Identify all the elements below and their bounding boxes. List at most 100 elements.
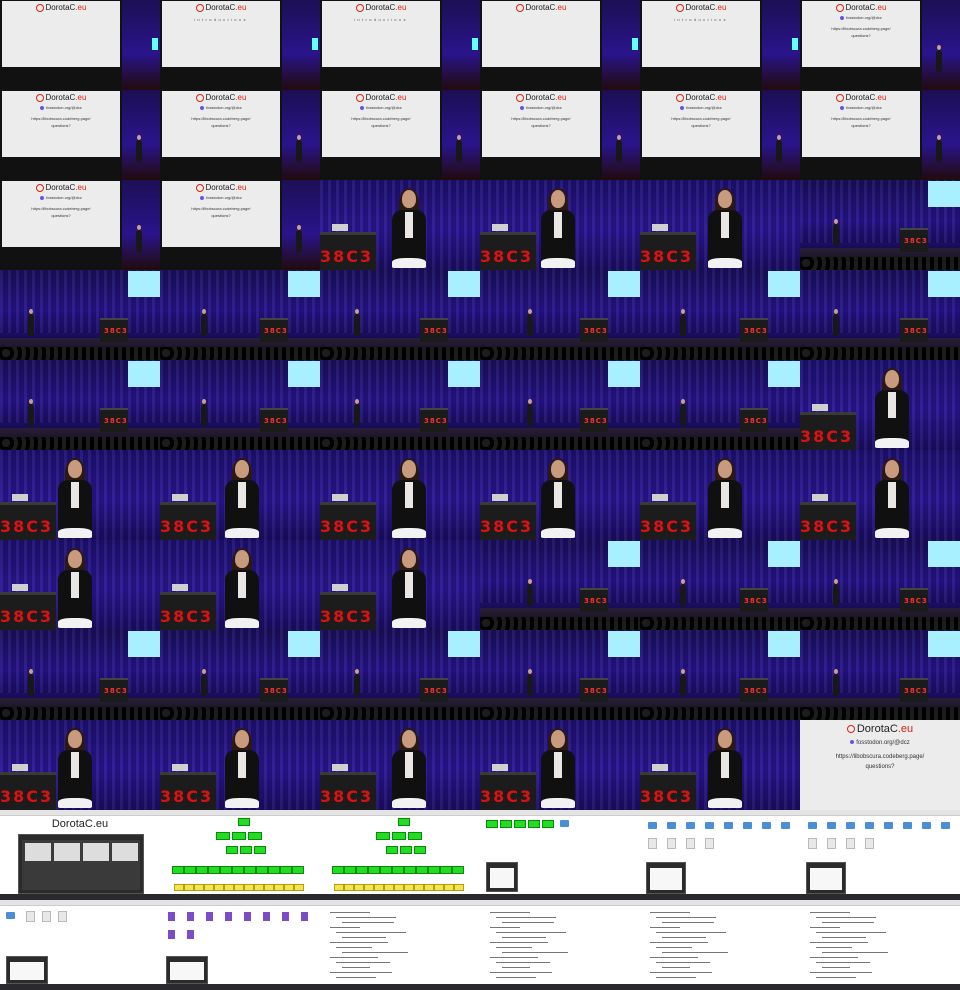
document-icon[interactable] — [187, 912, 194, 921]
leaf-node[interactable] — [354, 884, 364, 891]
thumbnail-slideQ[interactable]: DorotaC.eu fosstodon.org/@dcz https://libo… — [0, 180, 160, 270]
thumbnail-close[interactable]: 38C3 — [480, 450, 640, 540]
thumbnail-wide[interactable]: 38C3 — [480, 540, 640, 630]
file-icon[interactable] — [648, 838, 657, 849]
thumbnail-slideIntro[interactable]: DorotaC.eu introductions — [160, 0, 320, 90]
leaf-node[interactable] — [284, 884, 294, 891]
file-icon[interactable] — [846, 838, 855, 849]
taskbar[interactable] — [800, 984, 960, 990]
folder-icon[interactable] — [743, 822, 752, 829]
leaf-node[interactable] — [454, 884, 464, 891]
toolbar-chip[interactable] — [514, 820, 526, 828]
thumbnail-wide[interactable]: 38C3 — [160, 270, 320, 360]
thumbnail-slideFull[interactable]: DorotaC.eu fosstodon.org/@dcz https://libo… — [800, 720, 960, 810]
thumbnail-slideTitle[interactable]: DorotaC.eu — [0, 0, 160, 90]
thumbnail-wide[interactable]: 38C3 — [800, 540, 960, 630]
document-icon[interactable] — [168, 930, 175, 939]
leaf-node[interactable] — [234, 884, 244, 891]
file-icon[interactable] — [705, 838, 714, 849]
thumbnail-wide[interactable]: 38C3 — [480, 630, 640, 720]
graph-node[interactable] — [416, 866, 428, 874]
graph-node[interactable] — [196, 866, 208, 874]
graph-node[interactable] — [392, 866, 404, 874]
graph-node[interactable] — [208, 866, 220, 874]
thumbnail-slideQ[interactable]: DorotaC.eu fosstodon.org/@dcz https://libo… — [480, 90, 640, 180]
thumbnail-deskTree[interactable] — [160, 810, 320, 900]
thumbnail-close[interactable]: 38C3 — [160, 540, 320, 630]
taskbar[interactable] — [0, 984, 160, 990]
app-window[interactable] — [6, 956, 48, 984]
thumbnail-close[interactable]: 38C3 — [800, 450, 960, 540]
thumbnail-deskCode[interactable] — [640, 900, 800, 990]
thumbnail-wide[interactable]: 38C3 — [160, 360, 320, 450]
thumbnail-deskCode[interactable] — [480, 900, 640, 990]
thumbnail-deskFiles[interactable] — [0, 900, 160, 990]
graph-node[interactable] — [238, 818, 250, 826]
thumbnail-close[interactable]: 38C3 — [0, 540, 160, 630]
taskbar[interactable] — [160, 984, 320, 990]
leaf-node[interactable] — [264, 884, 274, 891]
thumbnail-slideQ[interactable]: DorotaC.eu fosstodon.org/@dcz https://libo… — [160, 180, 320, 270]
file-icon[interactable] — [686, 838, 695, 849]
thumbnail-slideQ[interactable]: DorotaC.eu fosstodon.org/@dcz https://libo… — [0, 90, 160, 180]
file-icon[interactable] — [827, 838, 836, 849]
graph-node[interactable] — [232, 832, 246, 840]
graph-node[interactable] — [356, 866, 368, 874]
thumbnail-close[interactable]: 38C3 — [640, 450, 800, 540]
folder-icon[interactable] — [762, 822, 771, 829]
thumbnail-wide[interactable]: 38C3 — [320, 630, 480, 720]
thumbnail-slideQ[interactable]: DorotaC.eu fosstodon.org/@dcz https://libo… — [800, 90, 960, 180]
window-tile[interactable] — [83, 843, 109, 861]
thumbnail-close[interactable]: 38C3 — [320, 450, 480, 540]
graph-node[interactable] — [440, 866, 452, 874]
file-icon[interactable] — [808, 838, 817, 849]
graph-node[interactable] — [380, 866, 392, 874]
thumbnail-close[interactable]: 38C3 — [160, 720, 320, 810]
graph-node[interactable] — [220, 866, 232, 874]
graph-node[interactable] — [408, 832, 422, 840]
document-icon[interactable] — [282, 912, 289, 921]
thumbnail-close[interactable]: 38C3 — [0, 450, 160, 540]
file-icon[interactable] — [865, 838, 874, 849]
graph-node[interactable] — [404, 866, 416, 874]
folder-icon[interactable] — [941, 822, 950, 829]
document-icon[interactable] — [225, 912, 232, 921]
file-icon[interactable] — [26, 911, 35, 922]
leaf-node[interactable] — [244, 884, 254, 891]
graph-node[interactable] — [240, 846, 252, 854]
leaf-node[interactable] — [374, 884, 384, 891]
thumbnail-deskPanel[interactable] — [480, 810, 640, 900]
leaf-node[interactable] — [334, 884, 344, 891]
folder-icon[interactable] — [667, 822, 676, 829]
taskbar[interactable] — [640, 984, 800, 990]
leaf-node[interactable] — [294, 884, 304, 891]
leaf-node[interactable] — [424, 884, 434, 891]
leaf-node[interactable] — [394, 884, 404, 891]
document-icon[interactable] — [187, 930, 194, 939]
thumbnail-desk1[interactable]: DorotaC.eu — [0, 810, 160, 900]
graph-node[interactable] — [248, 832, 262, 840]
graph-node[interactable] — [386, 846, 398, 854]
folder-icon[interactable] — [827, 822, 836, 829]
window-tile[interactable] — [112, 843, 138, 861]
thumbnail-wide[interactable]: 38C3 — [640, 360, 800, 450]
toolbar-chip[interactable] — [500, 820, 512, 828]
thumbnail-wide[interactable]: 38C3 — [480, 270, 640, 360]
thumbnail-deskCode[interactable] — [320, 900, 480, 990]
thumbnail-close[interactable]: 38C3 — [480, 180, 640, 270]
thumbnail-wide[interactable]: 38C3 — [640, 540, 800, 630]
app-window[interactable] — [486, 862, 518, 892]
thumbnail-wide[interactable]: 38C3 — [320, 270, 480, 360]
folder-icon[interactable] — [884, 822, 893, 829]
folder-icon[interactable] — [686, 822, 695, 829]
thumbnail-slideIntro[interactable]: DorotaC.eu introductions — [640, 0, 800, 90]
thumbnail-close[interactable]: 38C3 — [0, 720, 160, 810]
app-window[interactable] — [806, 862, 846, 894]
window-tile[interactable] — [25, 843, 51, 861]
app-window[interactable] — [646, 862, 686, 894]
app-window[interactable] — [166, 956, 208, 984]
toolbar-chip[interactable] — [528, 820, 540, 828]
thumbnail-deskCode[interactable] — [800, 900, 960, 990]
thumbnail-slideTitle[interactable]: DorotaC.eu — [480, 0, 640, 90]
thumbnail-wide[interactable]: 38C3 — [0, 630, 160, 720]
